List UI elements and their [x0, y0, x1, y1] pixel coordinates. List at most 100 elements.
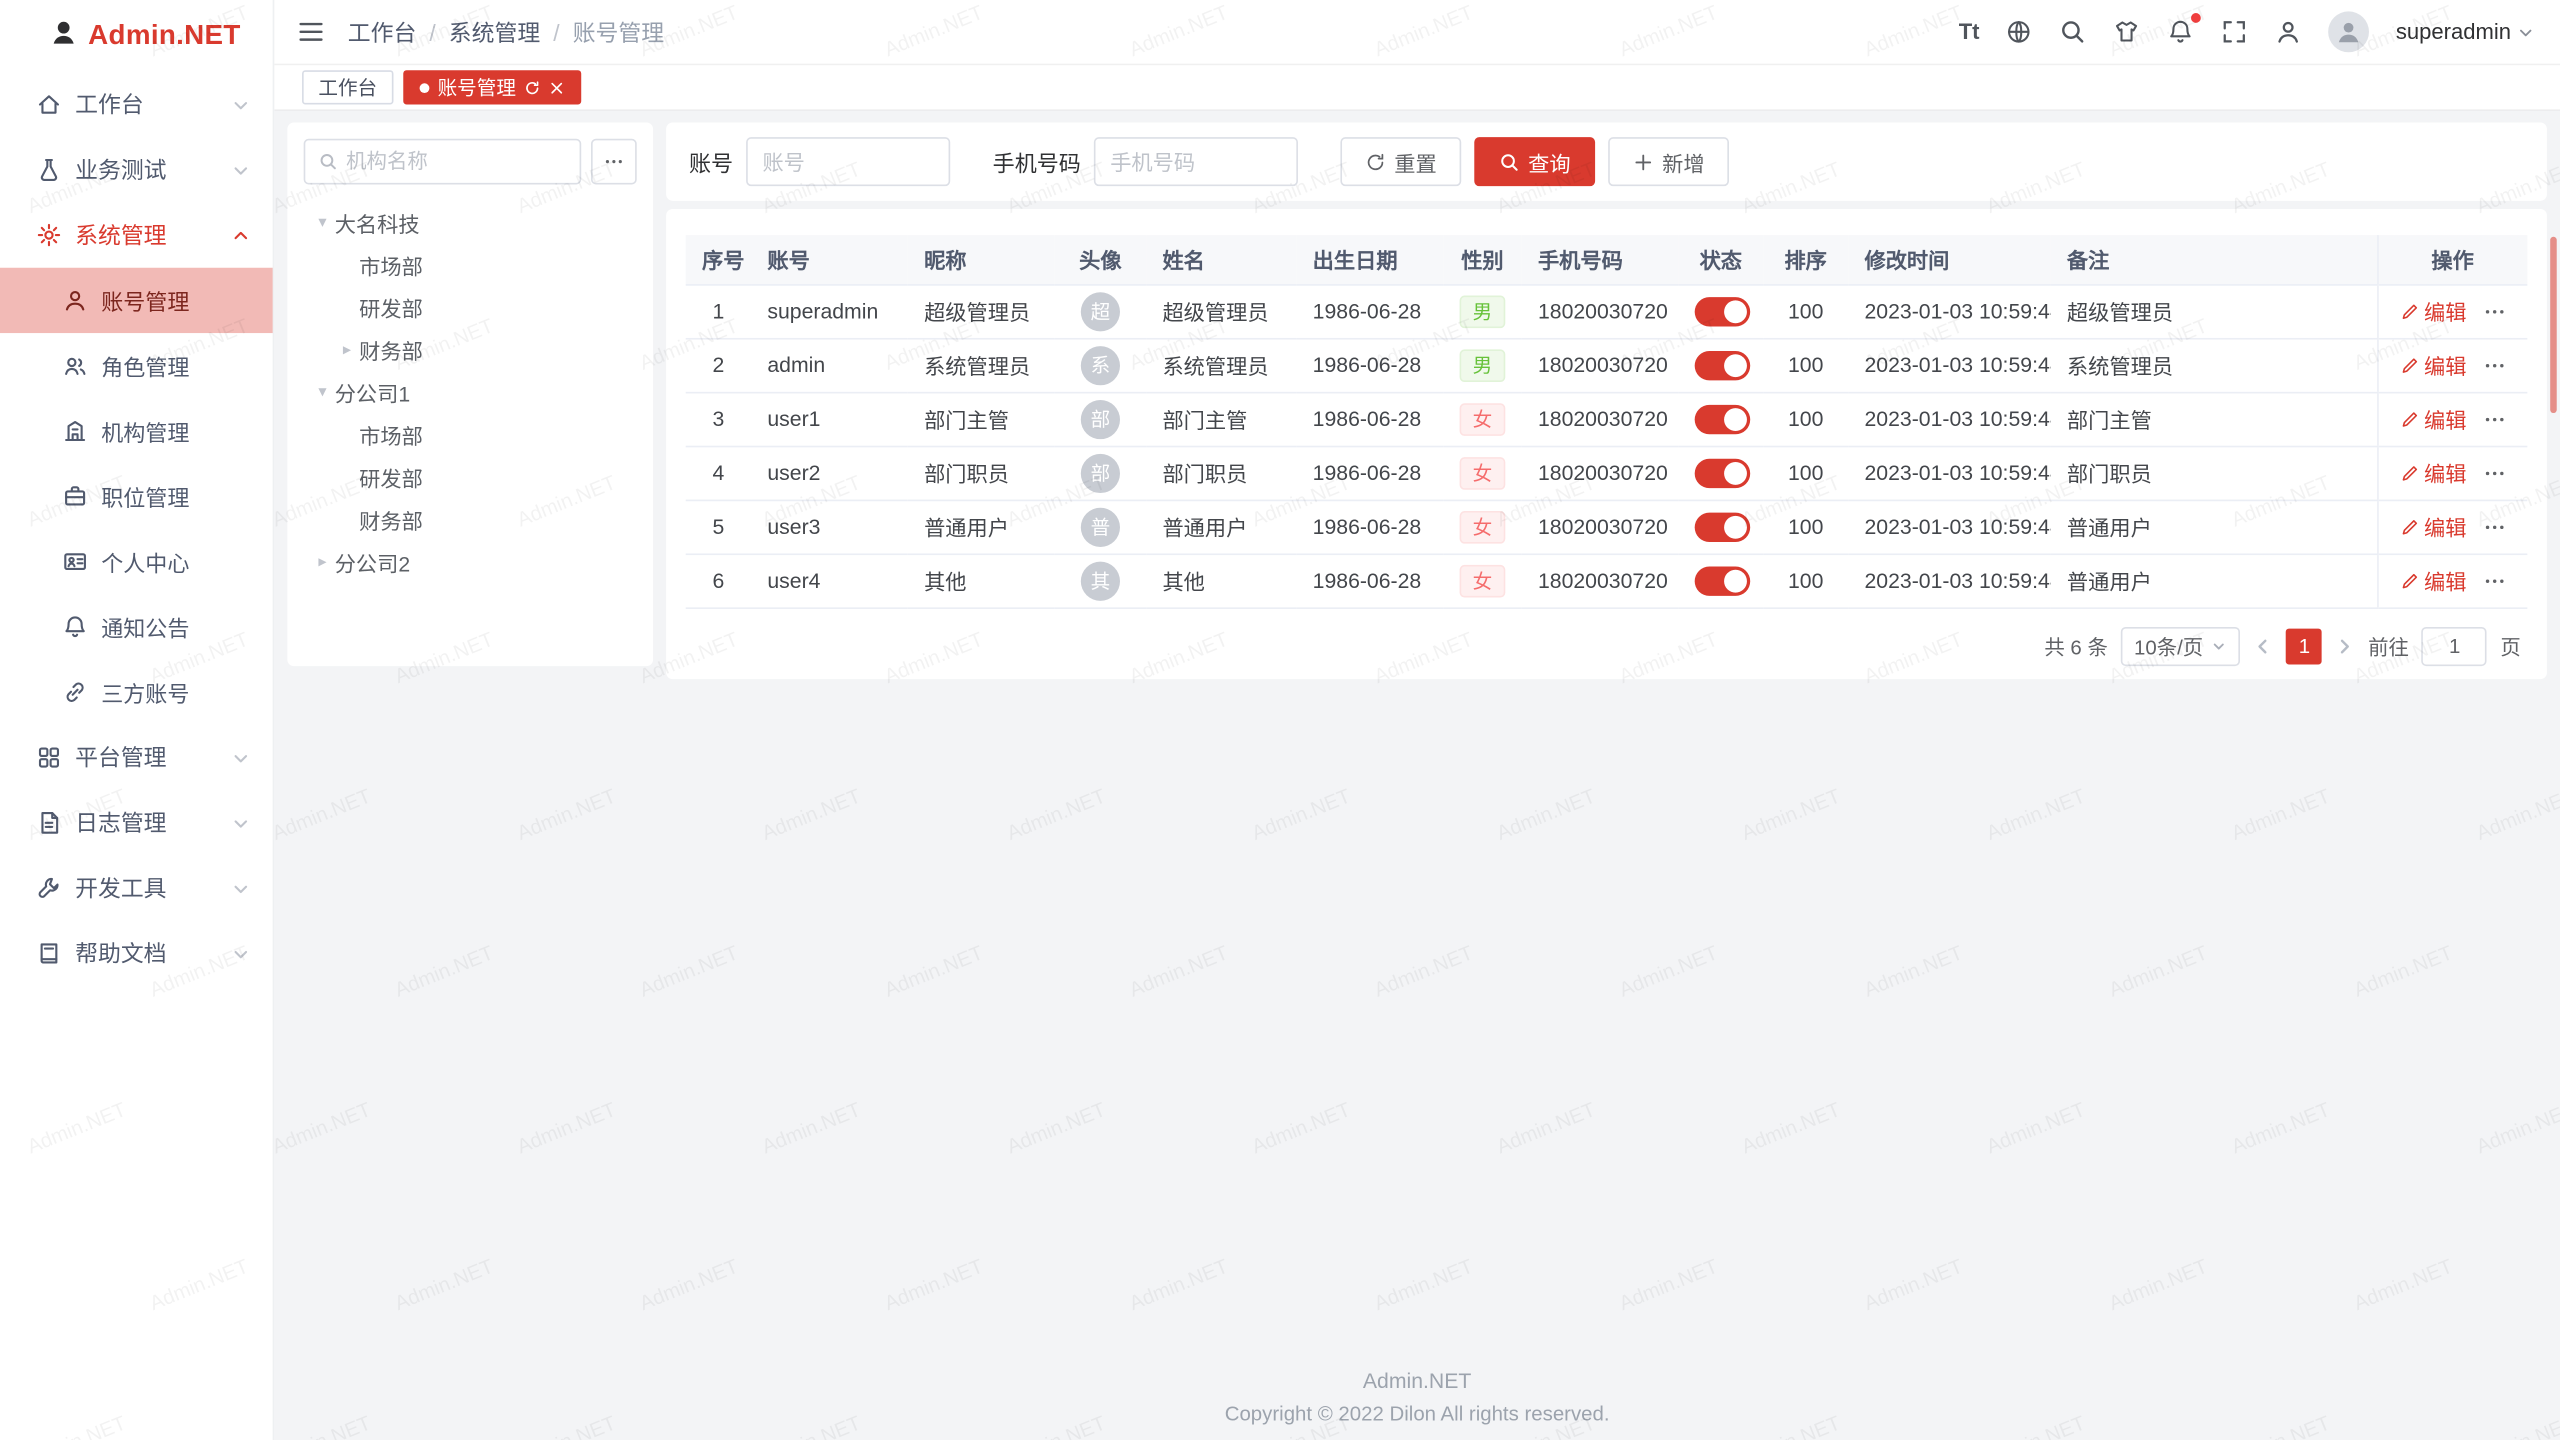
edit-button[interactable]: 编辑: [2400, 457, 2467, 488]
chevron-down-icon: [232, 161, 250, 179]
sidebar-item-platform-mgmt[interactable]: 平台管理: [0, 725, 273, 790]
tree-expander-icon[interactable]: ▸: [335, 340, 359, 358]
sidebar: Admin.NET 工作台业务测试系统管理账号管理角色管理机构管理职位管理个人中…: [0, 0, 274, 1440]
tree-expander-icon[interactable]: ▾: [310, 383, 334, 401]
sidebar-item-account-mgmt[interactable]: 账号管理: [0, 268, 273, 333]
status-toggle[interactable]: [1695, 566, 1751, 595]
tab-workbench[interactable]: 工作台: [302, 70, 393, 104]
tab-refresh-icon[interactable]: [524, 79, 540, 95]
user-outline-icon[interactable]: [2275, 18, 2303, 46]
col-header: 序号: [686, 235, 751, 284]
status-toggle[interactable]: [1695, 512, 1751, 541]
tree-node[interactable]: 财务部: [304, 498, 637, 540]
cell-remark: 系统管理员: [2051, 338, 2378, 392]
notification-icon[interactable]: [2167, 18, 2195, 46]
pagination: 共 6 条 10条/页 1 前往: [686, 626, 2528, 665]
sidebar-item-personal-center[interactable]: 个人中心: [0, 529, 273, 594]
more-actions-button[interactable]: [2483, 353, 2506, 376]
tree-node[interactable]: 研发部: [304, 286, 637, 328]
edit-button[interactable]: 编辑: [2400, 296, 2467, 327]
breadcrumb-item[interactable]: 工作台: [348, 16, 417, 49]
reset-button-label: 重置: [1394, 146, 1436, 177]
language-icon[interactable]: [2006, 18, 2034, 46]
cell-avatar: 普: [1055, 500, 1146, 554]
menu-collapse-icon[interactable]: [297, 18, 325, 46]
search-icon[interactable]: [2060, 18, 2088, 46]
sidebar-item-org-mgmt[interactable]: 机构管理: [0, 398, 273, 463]
tree-node[interactable]: ▾分公司1: [304, 371, 637, 413]
sidebar-item-position-mgmt[interactable]: 职位管理: [0, 464, 273, 529]
chevron-down-icon: [232, 944, 250, 962]
pagination-total: 共 6 条: [2044, 630, 2108, 661]
avatar[interactable]: [2329, 11, 2370, 52]
tree-node[interactable]: ▸财务部: [304, 328, 637, 370]
cell-avatar: 部: [1055, 392, 1146, 446]
submenu-system-mgmt: 账号管理角色管理机构管理职位管理个人中心通知公告三方账号: [0, 268, 273, 725]
more-actions-button[interactable]: [2483, 407, 2506, 430]
prev-page-button[interactable]: [2254, 636, 2274, 656]
sidebar-item-notice[interactable]: 通知公告: [0, 594, 273, 659]
reset-button[interactable]: 重置: [1340, 137, 1461, 186]
topbar-actions: Tt: [1959, 11, 2534, 52]
username-text: superadmin: [2396, 20, 2511, 44]
goto-page-input[interactable]: [2422, 626, 2487, 665]
cell-order: 100: [1763, 553, 1848, 607]
avatar-badge: 部: [1081, 399, 1120, 438]
sidebar-item-dev-tools[interactable]: 开发工具: [0, 856, 273, 921]
cell-avatar: 系: [1055, 338, 1146, 392]
more-actions-button[interactable]: [2483, 515, 2506, 538]
logo[interactable]: Admin.NET: [0, 0, 273, 72]
edit-button[interactable]: 编辑: [2400, 565, 2467, 596]
breadcrumb-item[interactable]: 系统管理: [449, 16, 540, 49]
edit-button[interactable]: 编辑: [2400, 511, 2467, 542]
sidebar-item-role-mgmt[interactable]: 角色管理: [0, 333, 273, 398]
edit-button[interactable]: 编辑: [2400, 349, 2467, 380]
search-button[interactable]: 查询: [1474, 137, 1595, 186]
sidebar-item-workbench[interactable]: 工作台: [0, 72, 273, 137]
account-input[interactable]: [746, 137, 950, 186]
org-search-input[interactable]: [346, 150, 566, 173]
more-actions-button[interactable]: [2483, 461, 2506, 484]
fullscreen-icon[interactable]: [2221, 18, 2249, 46]
notification-badge: [2192, 13, 2202, 23]
more-actions-button[interactable]: [2483, 300, 2506, 323]
cell-actions: 编辑: [2377, 500, 2527, 554]
cell-birthdate: 1986-06-28: [1296, 500, 1443, 554]
tree-node[interactable]: ▸分公司2: [304, 540, 637, 582]
tree-node[interactable]: 研发部: [304, 456, 637, 498]
tree-expander-icon[interactable]: ▾: [310, 213, 334, 231]
more-actions-button[interactable]: [2483, 569, 2506, 592]
tab-account-mgmt[interactable]: 账号管理: [403, 70, 581, 104]
org-search-box: [304, 139, 582, 185]
avatar-badge: 部: [1081, 453, 1120, 492]
phone-input[interactable]: [1094, 137, 1298, 186]
sidebar-item-system-mgmt[interactable]: 系统管理: [0, 202, 273, 267]
cell-remark: 部门职员: [2051, 446, 2378, 500]
org-more-button[interactable]: [591, 139, 637, 185]
tree-node[interactable]: 市场部: [304, 243, 637, 285]
tab-close-icon[interactable]: [549, 79, 565, 95]
font-size-icon[interactable]: Tt: [1959, 20, 1980, 44]
tree-node[interactable]: 市场部: [304, 413, 637, 455]
cell-index: 4: [686, 446, 751, 500]
edit-button[interactable]: 编辑: [2400, 403, 2467, 434]
sidebar-item-log-mgmt[interactable]: 日志管理: [0, 790, 273, 855]
page-size-select[interactable]: 10条/页: [2121, 626, 2241, 665]
status-toggle[interactable]: [1695, 350, 1751, 379]
user-menu[interactable]: superadmin: [2396, 20, 2534, 44]
col-header: 手机号码: [1522, 235, 1679, 284]
cell-order: 100: [1763, 446, 1848, 500]
sidebar-item-business-test[interactable]: 业务测试: [0, 137, 273, 202]
scrollbar-thumb[interactable]: [2550, 237, 2557, 413]
page-number-active[interactable]: 1: [2286, 628, 2322, 664]
status-toggle[interactable]: [1695, 404, 1751, 433]
sidebar-item-help-docs[interactable]: 帮助文档: [0, 921, 273, 986]
next-page-button[interactable]: [2335, 636, 2355, 656]
status-toggle[interactable]: [1695, 458, 1751, 487]
add-button[interactable]: 新增: [1608, 137, 1729, 186]
tree-node[interactable]: ▾大名科技: [304, 201, 637, 243]
theme-icon[interactable]: [2113, 18, 2141, 46]
status-toggle[interactable]: [1695, 296, 1751, 325]
tree-expander-icon[interactable]: ▸: [310, 553, 334, 571]
sidebar-item-third-account[interactable]: 三方账号: [0, 660, 273, 725]
